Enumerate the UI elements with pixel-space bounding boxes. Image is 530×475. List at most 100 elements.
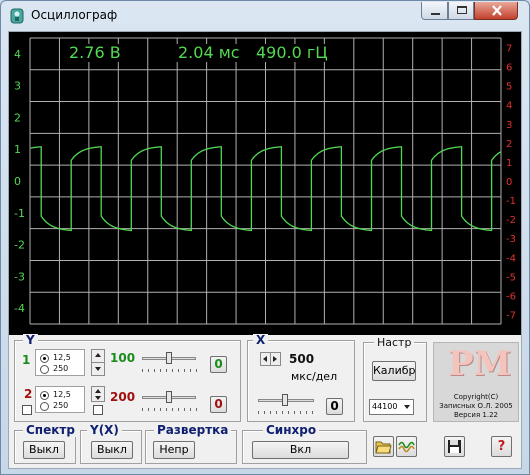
- right-axis-tick-label: -2: [506, 215, 516, 226]
- close-button[interactable]: [474, 2, 518, 20]
- x-zero-button[interactable]: 0: [326, 398, 343, 415]
- sample-rate-select[interactable]: 44100: [369, 399, 414, 415]
- sync-toggle-button[interactable]: Вкл: [252, 441, 349, 459]
- spin-down-icon[interactable]: [95, 396, 101, 400]
- ch1-range-12-5-radio[interactable]: [40, 354, 49, 363]
- x-panel: X 500 мкс/дел 0: [247, 334, 355, 422]
- spin-down-icon[interactable]: [95, 367, 101, 371]
- y-panel-legend: Y: [23, 334, 38, 347]
- ch2-range-250-radio[interactable]: [40, 402, 49, 411]
- right-axis-tick-label: 3: [506, 120, 512, 131]
- ch2-zero-button[interactable]: 0: [210, 396, 227, 413]
- timebase-spinner[interactable]: [260, 352, 281, 366]
- client-area: 4 3 2 1 0 -1 -2 -3 -4 7 6 5 4 3 2 1 0 -1 -2 -3 -4 -5 -6 -7 2.76…: [8, 31, 522, 469]
- ch2-range-12-5-label: 12,5: [53, 390, 71, 399]
- spectrum-panel: Спектр Выкл: [14, 424, 78, 464]
- scope-plot: 4 3 2 1 0 -1 -2 -3 -4 7 6 5 4 3 2 1 0 -1 -2 -3 -4 -5 -6 -7: [14, 37, 516, 325]
- window-title: Осциллограф: [31, 8, 118, 22]
- waveform-icon: [398, 441, 415, 453]
- left-axis-tick-label: 1: [14, 143, 21, 156]
- help-button[interactable]: ?: [491, 436, 512, 457]
- right-axis-tick-label: -3: [506, 234, 516, 245]
- waveform-button[interactable]: [396, 436, 417, 457]
- settings-panel: Настр Калибр 44100: [363, 336, 427, 422]
- y-panel: Y 1 12,5 250 100 0 2 12,5 250 200 0: [14, 334, 241, 422]
- spin-up-icon[interactable]: [95, 389, 101, 393]
- frequency-readout: 490.0 гЦ: [252, 44, 332, 62]
- ch1-range-250-label: 250: [53, 364, 69, 373]
- ch2-label: 2: [24, 387, 33, 401]
- spin-right-icon[interactable]: [273, 356, 277, 362]
- maximize-button[interactable]: [448, 2, 474, 20]
- right-axis-tick-label: -1: [506, 196, 516, 207]
- open-folder-icon: [375, 441, 392, 454]
- save-disk-icon: [448, 440, 461, 453]
- x-panel-legend: X: [253, 334, 269, 347]
- voltage-readout: 2.76 В: [65, 44, 125, 62]
- left-axis-tick-label: 4: [14, 48, 21, 61]
- ch1-range-group: 12,5 250: [35, 349, 85, 376]
- save-button[interactable]: [444, 436, 465, 457]
- right-axis-tick-label: 1: [506, 158, 512, 169]
- ch1-gain-spinner[interactable]: [91, 349, 105, 376]
- sample-rate-value: 44100: [372, 402, 398, 411]
- yx-legend: Y(X): [87, 424, 122, 437]
- ch2-range-12-5-radio[interactable]: [40, 391, 49, 400]
- oscilloscope-window: Осциллограф 4 3 2 1 0 -1 -2 -3 -4 7 6 5 4 3 2 1 0 -1 -2 -3 -…: [0, 0, 530, 475]
- sweep-panel: Развертка Непр: [145, 424, 237, 464]
- left-axis-tick-label: 0: [14, 175, 21, 188]
- ch2-gain-spinner[interactable]: [91, 386, 105, 402]
- scope-screen: 4 3 2 1 0 -1 -2 -3 -4 7 6 5 4 3 2 1 0 -1 -2 -3 -4 -5 -6 -7 2.76…: [9, 32, 521, 335]
- close-icon: [492, 5, 502, 16]
- author-label: Записных О.Л. 2005: [439, 402, 513, 410]
- ch2-enable-checkbox[interactable]: [22, 405, 32, 415]
- yx-panel: Y(X) Выкл: [80, 424, 142, 464]
- right-axis-tick-label: 6: [506, 63, 512, 74]
- ch2-slider-ticks: [142, 408, 198, 411]
- settings-panel-legend: Настр: [374, 336, 415, 349]
- logo-mark: PM: [448, 344, 512, 384]
- x-offset-slider-thumb[interactable]: [282, 394, 288, 406]
- ch1-range-250-radio[interactable]: [40, 365, 49, 374]
- minimize-icon: [431, 13, 440, 15]
- app-icon: [10, 8, 24, 24]
- right-axis-tick-label: 0: [506, 177, 512, 188]
- spin-left-icon[interactable]: [263, 356, 267, 362]
- spectrum-legend: Спектр: [23, 424, 78, 437]
- left-axis-tick-label: -3: [14, 270, 25, 283]
- time-readout: 2.04 мс: [174, 44, 244, 62]
- yx-toggle-button[interactable]: Выкл: [91, 441, 133, 459]
- left-axis-tick-label: -1: [14, 207, 25, 220]
- ch1-label: 1: [22, 353, 31, 367]
- sync-legend: Синхро: [263, 424, 320, 437]
- right-axis-tick-label: 7: [506, 44, 512, 55]
- spectrum-toggle-button[interactable]: Выкл: [23, 441, 65, 459]
- title-bar[interactable]: Осциллограф: [1, 1, 529, 31]
- ch2-gain-value: 200: [110, 390, 136, 404]
- right-axis-tick-label: -6: [506, 291, 516, 302]
- chevron-down-icon[interactable]: [404, 405, 410, 409]
- right-axis-tick-label: 2: [506, 139, 512, 150]
- timebase-value: 500: [289, 352, 315, 366]
- sweep-legend: Развертка: [154, 424, 232, 437]
- ch1-range-12-5-label: 12,5: [53, 353, 71, 362]
- minimize-button[interactable]: [421, 2, 448, 20]
- ch2-range-group: 12,5 250: [35, 386, 85, 413]
- maximize-icon: [457, 6, 467, 14]
- ch2-offset-slider-thumb[interactable]: [166, 391, 172, 403]
- right-axis-tick-label: -5: [506, 272, 516, 283]
- sweep-mode-button[interactable]: Непр: [153, 441, 195, 459]
- spin-up-icon[interactable]: [95, 353, 101, 357]
- right-axis-tick-label: -4: [506, 253, 516, 264]
- ch1-zero-button[interactable]: 0: [210, 356, 227, 373]
- left-axis-tick-label: -4: [14, 302, 25, 315]
- open-file-button[interactable]: [373, 436, 394, 457]
- ch1-gain-value: 100: [110, 351, 136, 365]
- calibrate-button[interactable]: Калибр: [372, 361, 416, 381]
- ch1-slider-ticks: [142, 369, 198, 372]
- logo-box: PM Copyright(C) Записных О.Л. 2005 Верси…: [433, 342, 519, 422]
- ch1-offset-slider-thumb[interactable]: [166, 352, 172, 364]
- right-axis-tick-label: 5: [506, 82, 512, 93]
- ch2-invert-checkbox[interactable]: [93, 405, 103, 415]
- sync-panel: Синхро Вкл: [242, 424, 367, 464]
